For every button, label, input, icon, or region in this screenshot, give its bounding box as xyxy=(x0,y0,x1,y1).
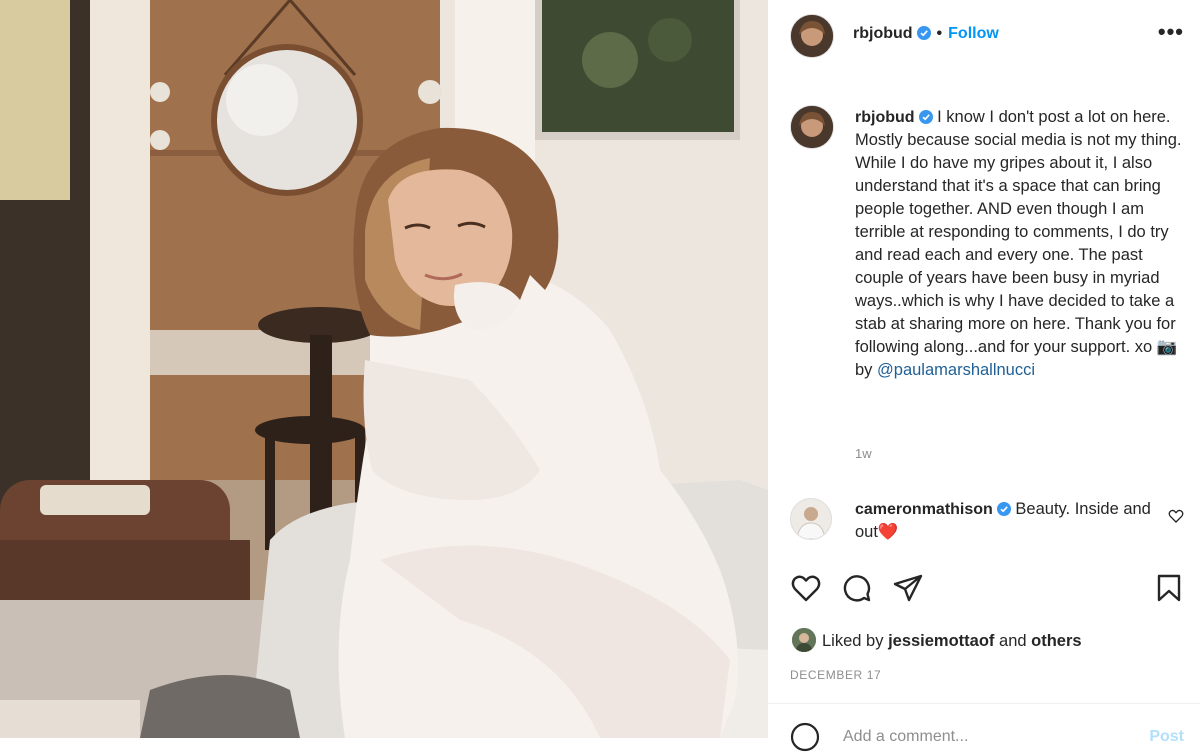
post-comment-button[interactable]: Post xyxy=(1149,728,1184,746)
divider xyxy=(768,703,1200,704)
add-comment-bar: Add a comment... Post xyxy=(768,716,1200,752)
verified-badge-icon xyxy=(918,110,933,124)
post-action-bar xyxy=(768,570,1200,610)
commenter-username[interactable]: cameronmathison xyxy=(855,501,993,518)
author-avatar[interactable] xyxy=(790,14,834,58)
verified-badge-icon xyxy=(996,502,1011,516)
verified-badge-icon xyxy=(916,26,931,40)
caption-username[interactable]: rbjobud xyxy=(855,109,915,126)
separator-dot: • xyxy=(936,25,943,42)
comment-like-heart-icon[interactable] xyxy=(1168,508,1184,524)
caption-author-avatar[interactable] xyxy=(790,105,834,149)
heart-icon[interactable] xyxy=(790,572,822,604)
liker-username[interactable]: jessiemottaof xyxy=(888,632,994,650)
likes-prefix: Liked by xyxy=(822,632,884,650)
more-options-icon[interactable]: ••• xyxy=(1158,21,1184,43)
post-date[interactable]: DECEMBER 17 xyxy=(790,668,881,682)
liker-avatar[interactable] xyxy=(792,628,816,652)
follow-button[interactable]: Follow xyxy=(948,25,999,42)
caption-text-block: rbjobud I know I don't post a lot on her… xyxy=(855,106,1190,382)
emoji-icon[interactable] xyxy=(790,722,820,752)
author-name-row: rbjobud • Follow xyxy=(853,24,999,44)
post-sidebar: rbjobud • Follow ••• rbjobud I know I don'… xyxy=(768,0,1200,752)
caption-body: I know I don't post a lot on here. Mostl… xyxy=(855,108,1182,379)
comment-text-block: cameronmathison Beauty. Inside and out❤️ xyxy=(855,498,1155,544)
likes-summary: Liked by jessiemottaof and others xyxy=(792,628,1082,652)
post-photo[interactable] xyxy=(0,0,768,738)
author-username[interactable]: rbjobud xyxy=(853,25,913,42)
likes-others-link[interactable]: others xyxy=(1031,632,1081,650)
post-header: rbjobud • Follow ••• xyxy=(768,0,1200,70)
add-comment-input[interactable]: Add a comment... xyxy=(843,728,968,746)
post-image xyxy=(0,0,768,738)
post-age[interactable]: 1w xyxy=(855,446,872,461)
bookmark-icon[interactable] xyxy=(1153,572,1185,604)
share-icon[interactable] xyxy=(892,572,924,604)
commenter-avatar[interactable] xyxy=(790,498,832,540)
likes-and: and xyxy=(999,632,1027,650)
caption-mention-link[interactable]: @paulamarshallnucci xyxy=(877,361,1035,379)
comment-icon[interactable] xyxy=(841,572,873,604)
